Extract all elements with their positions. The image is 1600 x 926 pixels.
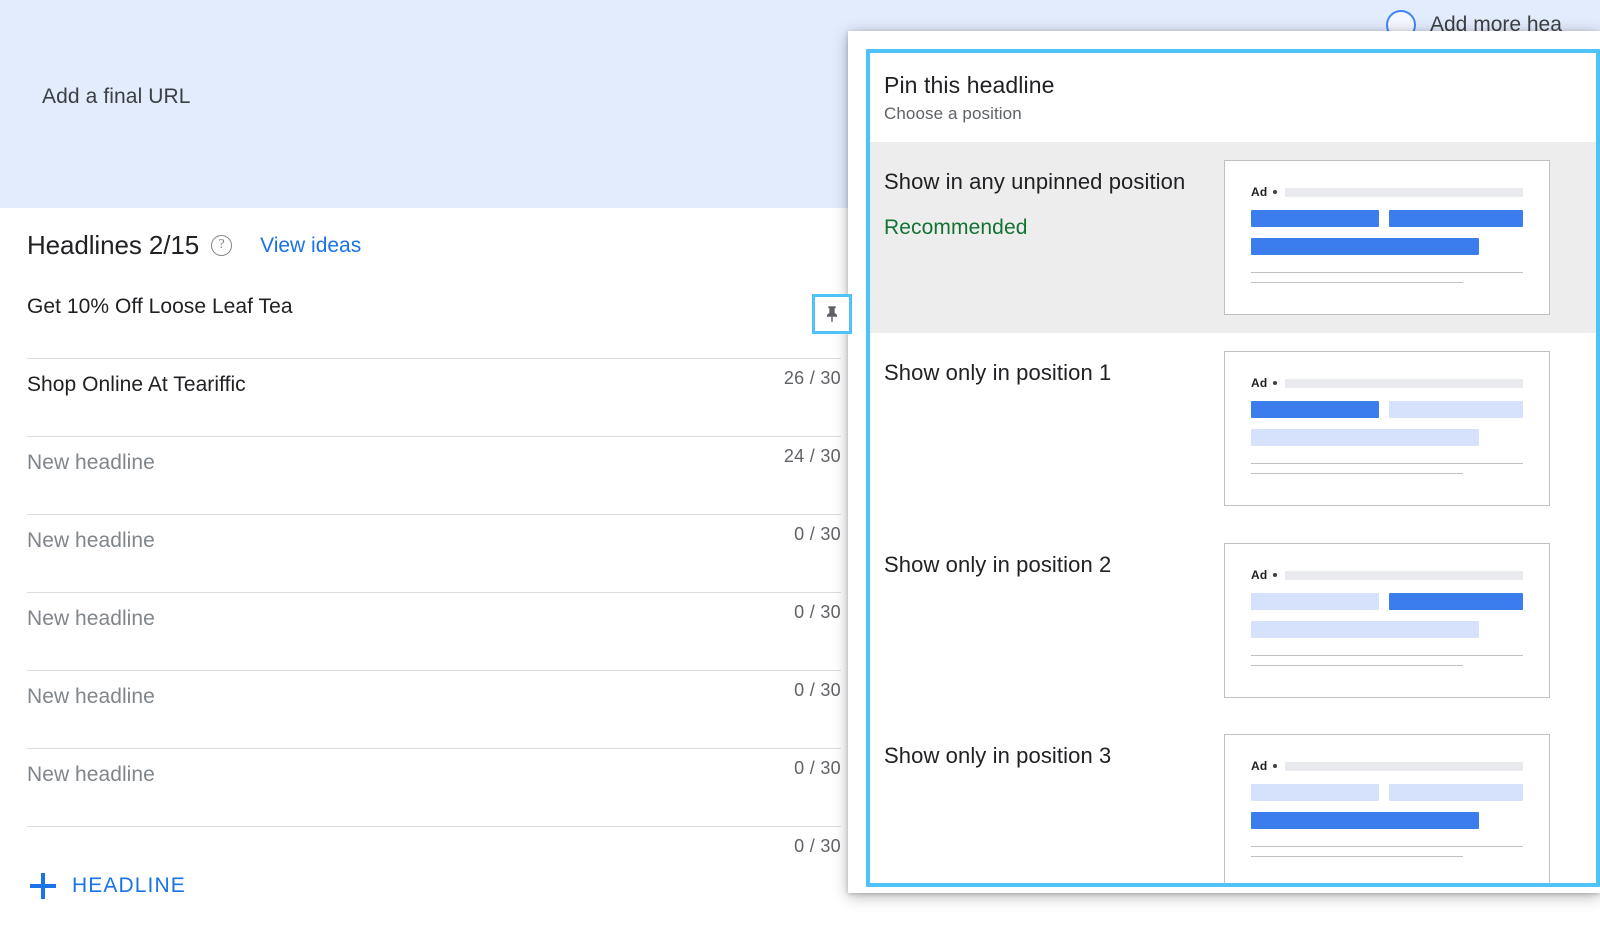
- ad-description-line: [1251, 665, 1464, 666]
- pin-option-labels: Show only in position 1: [884, 351, 1214, 387]
- ad-headline-bar-2: [1389, 593, 1523, 610]
- ad-preview-thumbnail: Ad: [1224, 734, 1550, 883]
- ad-label: Ad: [1251, 185, 1268, 199]
- headline-input[interactable]: Get 10% Off Loose Leaf Tea: [27, 295, 293, 319]
- ad-description-line: [1251, 473, 1464, 474]
- ad-headline-bar-3: [1251, 812, 1479, 829]
- ad-description-line: [1251, 655, 1523, 656]
- headline-row[interactable]: Get 10% Off Loose Leaf Tea 26 / 30: [27, 281, 841, 388]
- pin-option-labels: Show only in position 3: [884, 734, 1214, 770]
- ad-headline-bar-1: [1251, 401, 1379, 418]
- ad-headline-bar-2: [1389, 401, 1523, 418]
- ad-preview-url-row: Ad: [1251, 376, 1523, 390]
- pin-option-label: Show only in position 1: [884, 360, 1112, 385]
- pin-position-option[interactable]: Show only in position 1 Ad: [870, 333, 1596, 525]
- ad-headline-bar-2: [1389, 210, 1523, 227]
- pin-option-labels: Show only in position 2: [884, 543, 1214, 579]
- ad-headline-row-1: [1251, 401, 1523, 418]
- headline-row[interactable]: New headline 0 / 30: [27, 671, 841, 778]
- page-title: Headlines 2/15: [27, 230, 200, 260]
- headline-row[interactable]: New headline 0 / 30: [27, 593, 841, 700]
- pin-option-label: Show only in position 2: [884, 552, 1112, 577]
- ad-description-line: [1251, 463, 1523, 464]
- ad-preview-thumbnail: Ad: [1224, 351, 1550, 506]
- dialog-title: Pin this headline: [884, 72, 1055, 98]
- help-circle-icon[interactable]: ?: [211, 235, 233, 256]
- ad-headline-bar-1: [1251, 210, 1379, 227]
- ad-separator-dot: [1273, 573, 1278, 577]
- ad-description-lines: [1251, 846, 1523, 857]
- view-ideas-link[interactable]: View ideas: [260, 234, 361, 258]
- ad-label: Ad: [1251, 759, 1268, 773]
- pin-option-labels: Show in any unpinned position Recommended: [884, 160, 1214, 240]
- ad-headline-bar-3: [1251, 429, 1479, 446]
- ad-headline-bar-1: [1251, 784, 1379, 801]
- ad-url-placeholder-bar: [1285, 570, 1523, 580]
- ad-label: Ad: [1251, 568, 1268, 582]
- ad-preview-thumbnail: Ad: [1224, 160, 1550, 315]
- ad-preview-url-row: Ad: [1251, 759, 1523, 773]
- ad-description-line: [1251, 846, 1523, 847]
- add-headline-label: HEADLINE: [72, 874, 186, 897]
- ad-url-placeholder-bar: [1285, 761, 1523, 771]
- plus-icon: [30, 873, 56, 899]
- ad-preview-url-row: Ad: [1251, 568, 1523, 582]
- ad-headline-row-1: [1251, 210, 1523, 227]
- headline-input[interactable]: New headline: [27, 451, 155, 475]
- recommended-badge: Recommended: [884, 215, 1028, 239]
- headline-row[interactable]: Shop Online At Teariffic 24 / 30: [27, 359, 841, 466]
- ad-preview-url-row: Ad: [1251, 185, 1523, 199]
- pin-position-options: Show in any unpinned position Recommended…: [870, 142, 1596, 883]
- app-root: Add a final URL Add more hea Headlines 2…: [0, 0, 1600, 926]
- headline-char-counter: 0 / 30: [794, 836, 841, 856]
- headline-input[interactable]: Shop Online At Teariffic: [27, 373, 246, 397]
- ad-description-lines: [1251, 272, 1523, 283]
- headline-input[interactable]: New headline: [27, 607, 155, 631]
- ad-separator-dot: [1273, 764, 1278, 768]
- ad-label: Ad: [1251, 376, 1268, 390]
- pin-position-option[interactable]: Show in any unpinned position Recommended…: [870, 142, 1596, 333]
- headline-row[interactable]: New headline 0 / 30: [27, 437, 841, 544]
- pin-this-headline-dialog: Pin this headline Choose a position Show…: [866, 49, 1600, 887]
- headline-row[interactable]: New headline 0 / 30: [27, 749, 841, 856]
- ad-separator-dot: [1273, 381, 1278, 385]
- ad-url-placeholder-bar: [1285, 378, 1523, 388]
- dialog-header: Pin this headline Choose a position: [870, 53, 1596, 142]
- headline-list: Get 10% Off Loose Leaf Tea 26 / 30 Shop On…: [0, 281, 868, 856]
- ad-headline-bar-2: [1389, 784, 1523, 801]
- headlines-card: Headlines 2/15 ? View ideas Get 10% Off …: [0, 208, 868, 926]
- ad-description-line: [1251, 856, 1464, 857]
- ad-preview-thumbnail: Ad: [1224, 543, 1550, 698]
- add-headline-button[interactable]: HEADLINE: [30, 873, 186, 899]
- ad-separator-dot: [1273, 190, 1278, 194]
- headlines-header: Headlines 2/15 ? View ideas: [0, 208, 868, 261]
- ad-description-lines: [1251, 655, 1523, 666]
- ad-headline-bar-1: [1251, 593, 1379, 610]
- pin-position-option[interactable]: Show only in position 2 Ad: [870, 525, 1596, 716]
- ad-description-line: [1251, 272, 1523, 273]
- headline-input[interactable]: New headline: [27, 529, 155, 553]
- pin-option-label: Show in any unpinned position: [884, 169, 1186, 194]
- ad-url-placeholder-bar: [1285, 187, 1523, 197]
- pin-icon: [826, 306, 838, 322]
- pin-option-label: Show only in position 3: [884, 743, 1112, 768]
- ad-description-lines: [1251, 463, 1523, 474]
- ad-headline-row-1: [1251, 784, 1523, 801]
- ad-headline-bar-3: [1251, 621, 1479, 638]
- dialog-subtitle: Choose a position: [884, 104, 1022, 123]
- ad-headline-row-1: [1251, 593, 1523, 610]
- pin-position-option[interactable]: Show only in position 3 Ad: [870, 716, 1596, 883]
- ad-description-line: [1251, 282, 1464, 283]
- headline-input[interactable]: New headline: [27, 685, 155, 709]
- pin-headline-button[interactable]: [812, 294, 852, 334]
- headline-input[interactable]: New headline: [27, 763, 155, 787]
- headline-row[interactable]: New headline 0 / 30: [27, 515, 841, 622]
- final-url-label[interactable]: Add a final URL: [42, 85, 191, 109]
- ad-headline-bar-3: [1251, 238, 1479, 255]
